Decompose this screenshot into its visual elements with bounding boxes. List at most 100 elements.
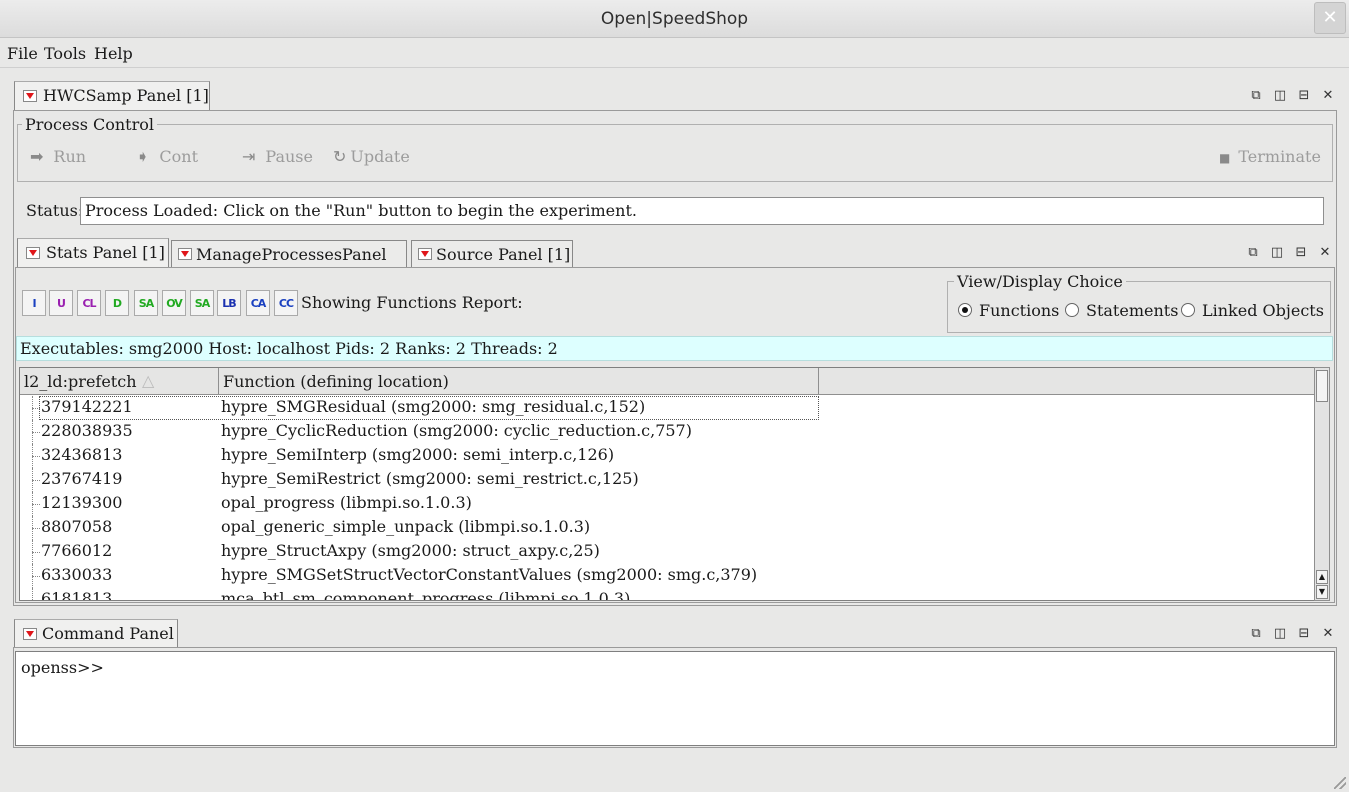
- menu-file[interactable]: File: [7, 44, 38, 63]
- process-control-group: [17, 124, 1333, 182]
- process-control-title: Process Control: [22, 115, 157, 134]
- tree-branch: [32, 432, 40, 433]
- metric-value: 7766012: [41, 541, 113, 560]
- menu-tools[interactable]: Tools: [44, 44, 86, 63]
- split-horizontal-icon[interactable]: ⊟: [1297, 88, 1311, 103]
- metric-value: 228038935: [41, 421, 133, 440]
- status-field: Process Loaded: Click on the "Run" butto…: [80, 197, 1324, 225]
- ov-icon[interactable]: OV: [162, 290, 186, 316]
- function-location: hypre_StructAxpy (smg2000: struct_axpy.c…: [221, 541, 600, 560]
- table-scrollbar[interactable]: ▲ ▼: [1314, 367, 1330, 601]
- scrollbar-thumb[interactable]: [1316, 370, 1328, 402]
- compare-icon[interactable]: CA: [246, 290, 270, 316]
- split-vertical-icon[interactable]: ◫: [1270, 245, 1284, 260]
- pause-button[interactable]: ⇥ Pause: [242, 147, 313, 166]
- function-location: hypre_SMGResidual (smg2000: smg_residual…: [221, 397, 646, 416]
- scroll-up-arrow[interactable]: ▲: [1316, 570, 1328, 584]
- tree-branch: [32, 552, 40, 553]
- function-location: opal_generic_simple_unpack (libmpi.so.1.…: [221, 517, 591, 536]
- table-row[interactable]: 379142221 hypre_SMGResidual (smg2000: smg…: [20, 396, 1314, 420]
- stop-icon: ■: [1219, 151, 1231, 165]
- close-panel-icon[interactable]: ✕: [1321, 626, 1335, 641]
- update-report-icon[interactable]: U: [49, 290, 73, 316]
- stats-table[interactable]: l2_ld:prefetch △ Function (defining loca…: [19, 367, 1315, 601]
- default-view-icon[interactable]: D: [105, 290, 129, 316]
- table-row[interactable]: 8807058 opal_generic_simple_unpack (libmp…: [20, 516, 1314, 540]
- cont-button[interactable]: ➧ Cont: [136, 147, 198, 166]
- continue-icon: ➧: [136, 147, 150, 166]
- function-location: hypre_SMGSetStructVectorConstantValues (…: [221, 565, 758, 584]
- tab-stats-panel[interactable]: Stats Panel [1]: [17, 238, 169, 268]
- sort-ascending-icon: △: [142, 371, 155, 390]
- update-button[interactable]: ↻ Update: [333, 147, 410, 166]
- panel-controls: ⧉ ◫ ⊟ ✕: [1249, 88, 1339, 104]
- tree-branch: [32, 456, 40, 457]
- resize-grip-icon[interactable]: [1334, 777, 1346, 789]
- close-panel-icon[interactable]: ✕: [1321, 88, 1335, 103]
- linked-objects-radio-label[interactable]: Linked Objects: [1202, 301, 1324, 320]
- column-header-metric[interactable]: l2_ld:prefetch △: [20, 368, 219, 395]
- window-close-button[interactable]: ✕: [1314, 2, 1346, 34]
- menu-help[interactable]: Help: [94, 44, 133, 63]
- panel-menu-icon[interactable]: [23, 628, 37, 640]
- panel-menu-icon[interactable]: [178, 248, 192, 260]
- split-icon[interactable]: ⧉: [1246, 245, 1260, 260]
- function-location: opal_progress (libmpi.so.1.0.3): [221, 493, 472, 512]
- metric-value: 6181813: [41, 589, 113, 601]
- sa-icon[interactable]: SA: [190, 290, 214, 316]
- tab-label: HWCSamp Panel [1]: [43, 86, 209, 105]
- table-row[interactable]: 32436813 hypre_SemiInterp (smg2000: semi_…: [20, 444, 1314, 468]
- table-row[interactable]: 7766012 hypre_StructAxpy (smg2000: struct…: [20, 540, 1314, 564]
- panel-menu-icon[interactable]: [23, 90, 37, 102]
- panel-menu-icon[interactable]: [418, 248, 432, 260]
- command-panel-controls: ⧉ ◫ ⊟ ✕: [1249, 626, 1339, 642]
- split-vertical-icon[interactable]: ◫: [1273, 88, 1287, 103]
- command-input[interactable]: openss>>: [15, 651, 1335, 746]
- functions-radio-label[interactable]: Functions: [979, 301, 1059, 320]
- tab-manage-processes-panel[interactable]: ManageProcessesPanel [1]: [171, 240, 407, 292]
- split-horizontal-icon[interactable]: ⊟: [1294, 245, 1308, 260]
- metric-value: 32436813: [41, 445, 123, 464]
- scroll-down-arrow[interactable]: ▼: [1316, 585, 1328, 599]
- function-location: hypre_SemiRestrict (smg2000: semi_restri…: [221, 469, 639, 488]
- report-description: Showing Functions Report:: [301, 293, 523, 312]
- statements-radio[interactable]: [1065, 303, 1079, 317]
- statements-radio-label[interactable]: Statements: [1086, 301, 1178, 320]
- load-balance-icon[interactable]: LB: [217, 290, 241, 316]
- table-row[interactable]: 23767419 hypre_SemiRestrict (smg2000: sem…: [20, 468, 1314, 492]
- window-title: Open|SpeedShop: [600, 9, 749, 29]
- split-vertical-icon[interactable]: ◫: [1273, 626, 1287, 641]
- view-display-title: View/Display Choice: [954, 272, 1126, 291]
- run-button[interactable]: ➡ Run: [30, 147, 86, 166]
- column-header-function[interactable]: Function (defining location): [219, 368, 819, 395]
- clear-aux-icon[interactable]: CL: [77, 290, 101, 316]
- table-row[interactable]: 6330033 hypre_SMGSetStructVectorConstantV…: [20, 564, 1314, 588]
- metric-value: 23767419: [41, 469, 123, 488]
- custom-compare-icon[interactable]: CC: [274, 290, 298, 316]
- statement-analysis-icon[interactable]: SA: [134, 290, 158, 316]
- metric-value: 12139300: [41, 493, 123, 512]
- information-icon[interactable]: I: [22, 290, 46, 316]
- function-location: hypre_CyclicReduction (smg2000: cyclic_r…: [221, 421, 692, 440]
- table-row[interactable]: 6181813 mca_btl_sm_component_progress (li…: [20, 588, 1314, 601]
- split-horizontal-icon[interactable]: ⊟: [1297, 626, 1311, 641]
- panel-menu-icon[interactable]: [26, 247, 40, 259]
- linked-objects-radio[interactable]: [1181, 303, 1195, 317]
- close-panel-icon[interactable]: ✕: [1318, 245, 1332, 260]
- table-row[interactable]: 228038935 hypre_CyclicReduction (smg2000:…: [20, 420, 1314, 444]
- functions-radio[interactable]: [958, 303, 972, 317]
- table-header: l2_ld:prefetch △ Function (defining loca…: [20, 368, 1314, 395]
- stats-panel-controls: ⧉ ◫ ⊟ ✕: [1246, 245, 1336, 261]
- tab-hwcsamp-panel[interactable]: HWCSamp Panel [1]: [14, 81, 210, 111]
- tab-command-panel[interactable]: Command Panel: [14, 619, 178, 649]
- metric-value: 6330033: [41, 565, 113, 584]
- tab-source-panel[interactable]: Source Panel [1]: [411, 240, 573, 268]
- split-icon[interactable]: ⧉: [1249, 626, 1263, 641]
- function-location: hypre_SemiInterp (smg2000: semi_interp.c…: [221, 445, 615, 464]
- title-bar: Open|SpeedShop ✕: [0, 0, 1349, 38]
- table-row[interactable]: 12139300 opal_progress (libmpi.so.1.0.3): [20, 492, 1314, 516]
- tree-branch: [32, 480, 40, 481]
- terminate-button[interactable]: ■ Terminate: [1219, 147, 1321, 166]
- split-icon[interactable]: ⧉: [1249, 88, 1263, 103]
- run-icon: ➡: [30, 147, 44, 166]
